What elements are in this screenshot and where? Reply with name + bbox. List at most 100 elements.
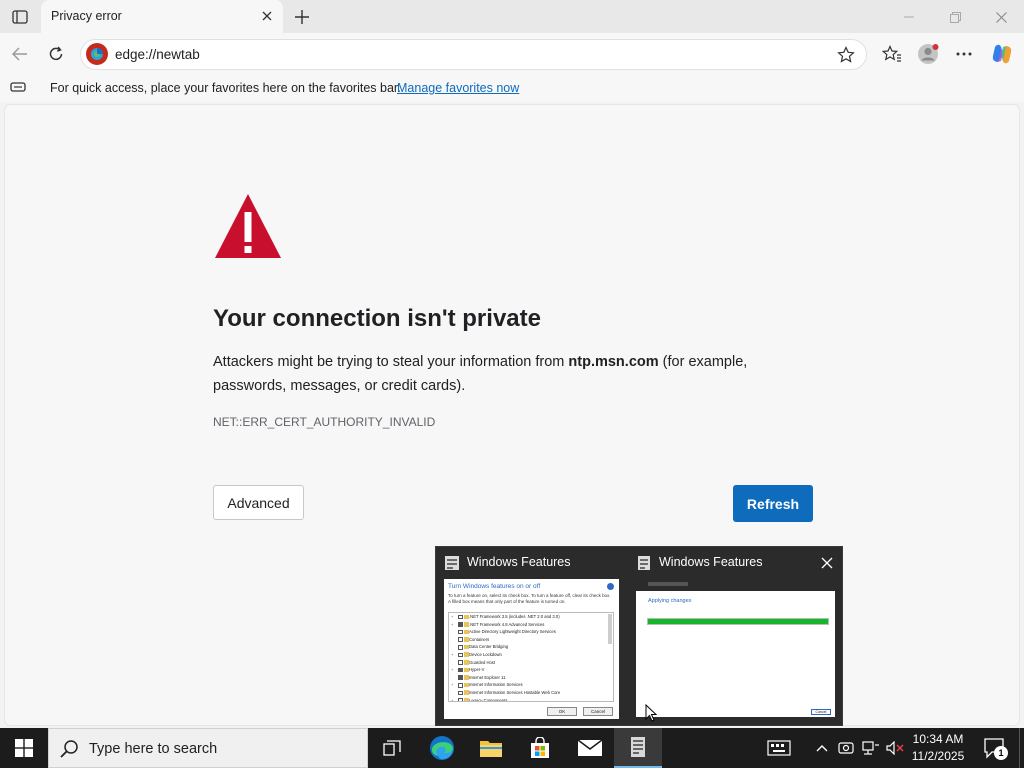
feature-label: Internet Explorer 11 [469,674,506,680]
feature-list-item: + .NET Framework 3.5 (includes .NET 2.0 a… [449,613,613,621]
refresh-button[interactable]: Refresh [733,485,813,522]
thumb2-header-strip [636,579,835,591]
tray-network[interactable] [860,728,882,768]
tab-privacy-error[interactable]: Privacy error [41,0,283,33]
expand-icon [451,638,455,642]
feature-label: Guarded Host [469,659,496,665]
feature-label: Internet Information Services [469,682,523,688]
feature-label: Data Center Bridging [469,644,509,650]
mouse-cursor-icon [645,704,657,722]
taskbar-search-box[interactable]: Type here to search [48,728,368,768]
show-desktop-button[interactable] [1019,728,1024,768]
tray-meet-now[interactable] [836,728,856,768]
feature-checkbox [458,667,463,673]
close-window-button[interactable] [990,6,1012,28]
feature-list-item: Containers [449,636,613,644]
feature-label: Containers [469,636,490,642]
applying-progress-bar [647,618,829,625]
folder-icon [464,629,469,635]
feature-checkbox [458,637,463,642]
task-view-button[interactable] [368,728,416,768]
tab-strip: Privacy error [0,0,1024,33]
feature-list-item: Guarded Host [449,659,613,667]
back-arrow-icon [12,47,27,61]
favorites-button[interactable] [879,41,905,67]
feature-list-item: + Device Lockdown [449,651,613,659]
taskbar-windows-features[interactable] [614,728,662,768]
add-favorite-button[interactable] [835,44,857,66]
feature-label: Internet Information Services Hostable W… [469,689,561,695]
feature-list-item: + Legacy Components [449,697,613,702]
copilot-button[interactable] [989,41,1015,67]
progress-fill [648,619,828,624]
expand-icon: + [451,682,454,688]
taskbar-edge[interactable] [418,728,466,768]
feature-list-item: + .NET Framework 4.8 Advanced Services [449,621,613,629]
preview-thumbnail-1[interactable]: Turn Windows features on or off To turn … [444,579,619,719]
warning-icon [215,194,281,258]
feature-checkbox [458,690,463,696]
expand-icon [451,645,455,649]
taskbar-store[interactable] [516,728,564,768]
volume-muted-icon [886,741,904,755]
tab-close-button[interactable] [259,8,275,24]
preview-close-button[interactable] [819,555,835,571]
folder-icon [464,675,469,680]
tab-title: Privacy error [51,9,122,23]
settings-and-more-button[interactable] [951,41,977,67]
feature-checkbox [458,660,463,665]
folder-icon [464,667,469,673]
restore-icon [949,11,961,23]
url-text: edge://newtab [115,47,200,62]
favorites-bar: For quick access, place your favorites h… [0,75,1024,102]
preview-thumbnail-2[interactable]: Applying changes Cancel [636,591,835,717]
manage-favorites-link[interactable]: Manage favorites now [397,81,519,95]
advanced-button[interactable]: Advanced [213,485,304,520]
feature-label: Active Directory Lightweight Directory S… [469,629,556,635]
preview-window1-title: Windows Features [467,555,571,569]
folder-icon [464,637,469,642]
thumb1-cancel-button: Cancel [583,707,613,716]
feature-list-item: Data Center Bridging [449,643,613,651]
feature-label: Legacy Components [469,697,508,702]
profile-button[interactable] [915,41,941,67]
error-host: ntp.msn.com [568,354,659,370]
thumb1-description: To turn a feature on, select its check b… [448,593,611,604]
feature-label: Device Lockdown [469,651,502,657]
feature-label: .NET Framework 3.5 (includes .NET 2.0 an… [469,614,560,619]
back-button[interactable] [7,41,33,67]
feature-list-item: + Hyper-V [449,666,613,674]
tray-keyboard[interactable] [764,728,794,768]
tray-volume[interactable] [884,728,906,768]
expand-icon: + [451,667,454,673]
camera-icon [838,742,854,754]
keyboard-icon [767,740,791,756]
address-bar[interactable]: edge://newtab [80,39,867,70]
tab-actions-icon [12,10,28,24]
thumb1-heading: Turn Windows features on or off [448,583,541,590]
search-placeholder: Type here to search [89,741,218,757]
browser-toolbar: edge://newtab [0,33,1024,75]
tab-actions-button[interactable] [6,6,34,28]
favorites-icon [882,45,901,62]
start-button[interactable] [0,728,48,768]
feature-list-item: + Internet Information Services [449,681,613,689]
reload-button[interactable] [43,41,69,67]
error-code: NET::ERR_CERT_AUTHORITY_INVALID [213,415,436,429]
site-warning-icon[interactable] [86,43,108,65]
minimize-button[interactable] [898,6,920,28]
new-tab-button[interactable] [291,6,313,28]
store-icon [531,737,549,758]
more-icon [956,52,972,56]
tray-show-hidden[interactable] [812,728,832,768]
taskbar-mail[interactable] [566,728,614,768]
clock-date: 11/2/2025 [911,749,965,763]
features-list: + .NET Framework 3.5 (includes .NET 2.0 a… [448,612,614,702]
edge-icon [430,736,454,760]
error-description-prefix: Attackers might be trying to steal your … [213,354,569,370]
expand-icon: + [451,651,454,657]
taskbar-file-explorer[interactable] [467,728,515,768]
windows-features-taskbar-icon [631,737,645,757]
tray-clock[interactable]: 10:34 AM 11/2/2025 [906,731,970,765]
restore-button[interactable] [944,6,966,28]
